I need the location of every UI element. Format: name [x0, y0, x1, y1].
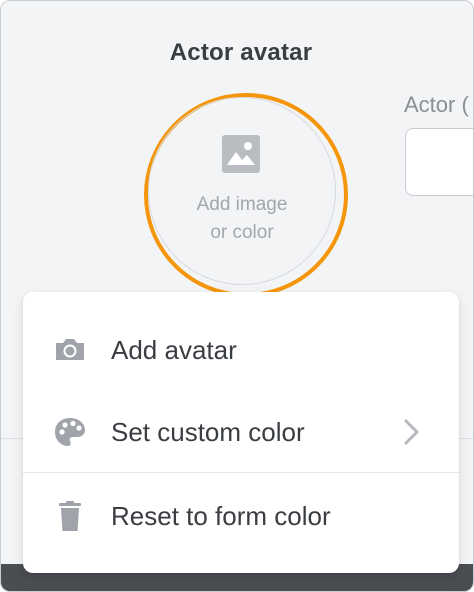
- camera-icon: [56, 339, 84, 360]
- avatar-menu: Add avatar Set custom color Reset to for…: [23, 292, 459, 573]
- palette-icon: [55, 418, 85, 446]
- menu-item-set-custom-color[interactable]: Set custom color: [23, 400, 459, 464]
- menu-item-reset-to-form-color[interactable]: Reset to form color: [23, 484, 459, 548]
- chevron-right-icon: [404, 419, 419, 445]
- image-icon: [222, 135, 260, 173]
- section-title: Actor avatar: [169, 39, 313, 66]
- menu-divider: [23, 472, 459, 473]
- avatar-hint-line2: or color: [210, 222, 274, 243]
- avatar-hint-line1: Add image: [196, 194, 288, 215]
- menu-item-label: Add avatar: [111, 335, 237, 365]
- actor-name-input[interactable]: [405, 128, 473, 196]
- app-window: Actor avatar Actor ( Add image or color …: [0, 0, 474, 592]
- menu-item-add-avatar[interactable]: Add avatar: [23, 318, 459, 382]
- actor-field-label: Actor (: [404, 92, 469, 117]
- avatar-hint: Add image or color: [165, 191, 319, 247]
- menu-item-label: Reset to form color: [111, 501, 331, 531]
- trash-icon: [59, 501, 81, 531]
- menu-item-label: Set custom color: [111, 417, 305, 447]
